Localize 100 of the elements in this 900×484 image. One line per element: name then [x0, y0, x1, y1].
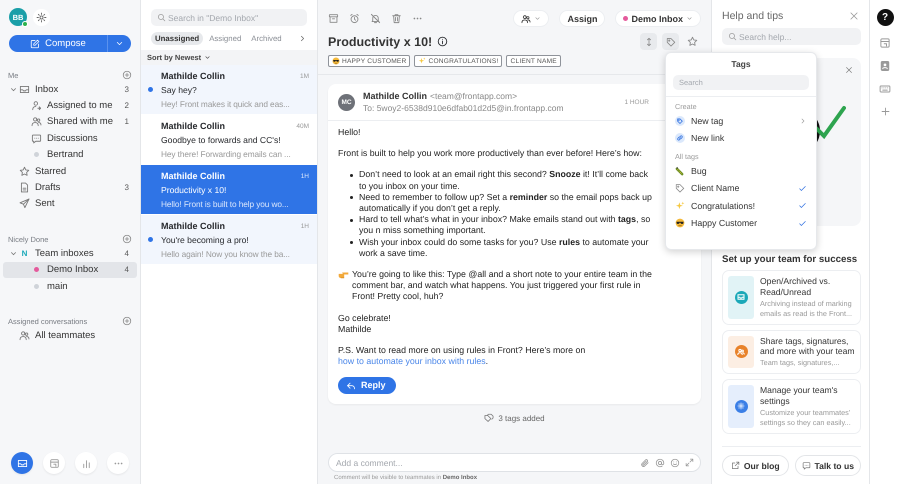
- menu-title: Tags: [730, 58, 752, 69]
- paperclip-icon[interactable]: [640, 458, 650, 468]
- menu-item[interactable]: New link: [666, 130, 816, 147]
- conversation-subject: Productivity x 10!: [161, 185, 228, 195]
- add-icon[interactable]: [122, 316, 132, 326]
- reply-button[interactable]: Reply: [338, 377, 396, 394]
- tags-icon: [484, 413, 494, 424]
- move-button[interactable]: [640, 33, 657, 50]
- add-icon[interactable]: [880, 106, 890, 117]
- help-link-button[interactable]: Talk to us: [794, 455, 861, 476]
- add-icon[interactable]: [122, 234, 132, 244]
- search-field[interactable]: Search help...: [722, 28, 861, 45]
- list-item-text: Wish your inbox could do some tasks for you? Use rules to automate your work a save time.: [359, 236, 650, 260]
- nav-button[interactable]: [75, 452, 97, 474]
- conversation-subject: You're becoming a pro!: [161, 235, 250, 245]
- close-icon[interactable]: [845, 66, 853, 74]
- list-item-text: Hard to tell what’s what in your inbox? Make emails stand out with tags, so you n miss something important.: [359, 214, 652, 237]
- compose-button[interactable]: Compose: [9, 35, 108, 52]
- assign-button[interactable]: Assign: [559, 10, 606, 27]
- compose-options-button[interactable]: [108, 35, 131, 52]
- search-icon: [728, 32, 737, 41]
- close-icon[interactable]: [849, 11, 859, 21]
- teammates-button[interactable]: [513, 10, 550, 27]
- menu-item[interactable]: Congratulations!: [666, 197, 816, 214]
- keyboard-icon[interactable]: [879, 83, 891, 95]
- inbox-dropdown[interactable]: Demo Inbox: [615, 10, 701, 27]
- sidebar-item[interactable]: Sent: [3, 196, 137, 212]
- sidebar-item[interactable]: main: [3, 278, 137, 294]
- sidebar-item[interactable]: N Team inboxes 4: [3, 245, 137, 262]
- bar-chart-icon: [80, 458, 92, 468]
- pointing-hand-icon: [338, 270, 349, 280]
- section-heading: Set up your team for success: [722, 254, 858, 265]
- item-count: 3: [124, 84, 129, 94]
- bullet-dot: [350, 218, 353, 222]
- alarm-clock-icon[interactable]: [349, 13, 360, 24]
- tag-icon: [666, 36, 676, 46]
- sparkle-icon: [418, 57, 426, 65]
- info-icon[interactable]: [437, 36, 448, 47]
- sender-name: Mathilde Collin: [363, 91, 427, 101]
- person-arrow-icon: [31, 100, 42, 112]
- sidebar-item[interactable]: Demo Inbox 4: [3, 262, 137, 278]
- item-count: 4: [124, 248, 129, 258]
- people-icon: [19, 330, 30, 341]
- smiley-icon[interactable]: [670, 458, 680, 468]
- mention-icon[interactable]: [655, 458, 665, 468]
- message-preview: Hey there! Forwarding emails can ...: [161, 149, 292, 159]
- paragraph: Hello!: [338, 127, 362, 138]
- sender-email: <team@frontapp.com>: [430, 91, 518, 101]
- sender-name: Mathilde Collin: [161, 71, 225, 81]
- people-icon: [521, 14, 532, 24]
- add-icon[interactable]: [122, 70, 132, 80]
- nav-button[interactable]: [11, 452, 33, 474]
- settings-button[interactable]: [33, 8, 50, 26]
- bullet-dot: [350, 196, 353, 200]
- tip-title: Share tags, signatures, and more with your team: [760, 336, 855, 358]
- menu-item[interactable]: Bug: [666, 162, 816, 180]
- caret-icon: [115, 39, 124, 48]
- conversation-subject: Say hey?: [161, 85, 198, 95]
- sunglasses-face-icon: [675, 218, 685, 228]
- sidebar-item[interactable]: Bertrand: [3, 146, 137, 163]
- calendar-icon[interactable]: [879, 37, 891, 49]
- contact-card-icon[interactable]: [879, 60, 891, 72]
- chevron-right-icon: [799, 116, 807, 125]
- chevron-right-icon[interactable]: [298, 34, 307, 43]
- conversation-subject: Goodbye to forwards and CC's!: [161, 135, 282, 145]
- archive-icon[interactable]: [328, 13, 339, 24]
- sidebar-item[interactable]: Starred: [3, 162, 137, 180]
- trash-icon[interactable]: [391, 13, 402, 24]
- chat-bubble-icon: [31, 132, 42, 144]
- people-icon: [31, 116, 42, 128]
- nav-button[interactable]: [43, 452, 65, 474]
- link[interactable]: how to automate your inbox with rules: [338, 356, 486, 366]
- expand-icon[interactable]: [685, 458, 694, 467]
- sidebar-item[interactable]: Shared with me 1: [3, 114, 137, 130]
- menu-item[interactable]: Client Name: [666, 180, 816, 197]
- help-button[interactable]: ?: [876, 9, 894, 26]
- tag-button[interactable]: [662, 33, 679, 50]
- sidebar-item[interactable]: Drafts 3: [3, 179, 137, 196]
- help-link-button[interactable]: Our blog: [722, 455, 788, 476]
- bell-slash-icon[interactable]: [370, 13, 381, 24]
- search-field[interactable]: Search in "Demo Inbox": [151, 9, 307, 26]
- menu-item[interactable]: New tag: [666, 112, 816, 130]
- sender-name: Mathilde Collin: [161, 171, 225, 181]
- sidebar-item[interactable]: Inbox 3: [3, 81, 137, 98]
- item-count: 1: [124, 117, 129, 126]
- sparkle-icon: [675, 200, 685, 211]
- inbox-icon: [16, 458, 28, 468]
- search-icon: [157, 13, 166, 22]
- tag-icon: [675, 183, 685, 194]
- sidebar-item[interactable]: All teammates: [3, 327, 137, 344]
- comment-field[interactable]: Add a comment...: [328, 453, 701, 472]
- sidebar-item[interactable]: Discussions: [3, 130, 137, 147]
- tip-title: Manage your team's settings: [760, 385, 839, 407]
- caret-icon: [534, 15, 542, 22]
- reply-arrow-icon: [346, 380, 356, 391]
- sidebar-item[interactable]: Assigned to me 2: [3, 97, 137, 114]
- star-icon: [687, 36, 698, 47]
- bullet-dot: [350, 241, 353, 244]
- paper-plane-icon: [19, 198, 30, 210]
- menu-item[interactable]: Happy Customer: [666, 214, 816, 232]
